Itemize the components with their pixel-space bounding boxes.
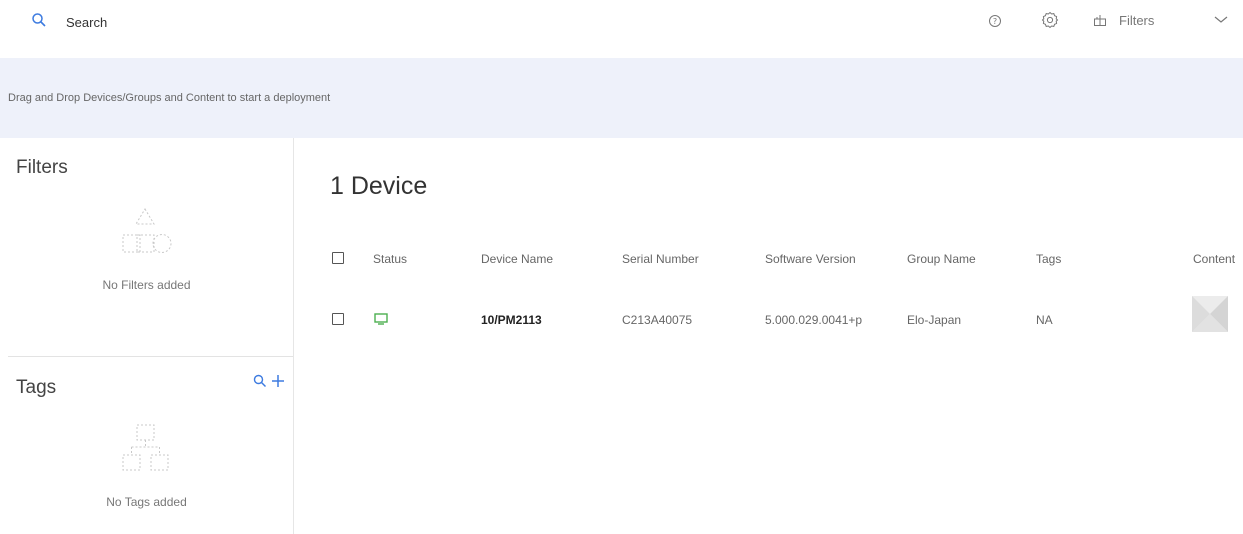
select-all-checkbox[interactable]: [332, 252, 344, 264]
deployment-drop-zone[interactable]: Drag and Drop Devices/Groups and Content…: [0, 58, 1243, 138]
sidebar: Filters No Filters added Tags No Tags ad…: [0, 138, 294, 534]
device-count-heading: 1 Device: [330, 172, 428, 200]
filters-toggle-button[interactable]: Filters: [1093, 9, 1154, 31]
software-version-cell: 5.000.029.0041+p: [765, 313, 863, 327]
sidebar-divider: [8, 356, 293, 357]
monitor-icon: [374, 313, 388, 325]
tags-cell: NA: [1036, 313, 1053, 327]
deployment-hint: Drag and Drop Devices/Groups and Content…: [8, 92, 331, 104]
column-header-content[interactable]: Content: [1193, 252, 1235, 266]
content-thumbnail[interactable]: [1192, 296, 1228, 332]
search-icon[interactable]: [253, 374, 267, 388]
gear-icon[interactable]: [1041, 11, 1059, 29]
tags-empty-message: No Tags added: [106, 495, 187, 509]
serial-number-cell: C213A40075: [622, 313, 693, 327]
column-header-status[interactable]: Status: [373, 252, 407, 266]
column-header-serial-number[interactable]: Serial Number: [622, 252, 699, 266]
tags-title: Tags: [16, 377, 57, 398]
filters-title: Filters: [16, 157, 68, 178]
chevron-down-icon[interactable]: [1214, 14, 1228, 24]
top-bar: ? Filters: [0, 0, 1243, 58]
filters-empty-message: No Filters added: [102, 278, 191, 292]
column-header-group-name[interactable]: Group Name: [907, 252, 976, 266]
shapes-icon: [122, 208, 172, 253]
column-header-tags[interactable]: Tags: [1036, 252, 1061, 266]
column-header-device-name[interactable]: Device Name: [481, 252, 553, 266]
device-name-cell[interactable]: 10/PM2113: [481, 313, 542, 327]
filter-icon: [1094, 15, 1106, 26]
search-icon[interactable]: [31, 12, 47, 28]
plus-icon[interactable]: [270, 373, 286, 389]
column-header-software-version[interactable]: Software Version: [765, 252, 856, 266]
group-name-cell: Elo-Japan: [907, 313, 962, 327]
hierarchy-icon: [122, 424, 169, 471]
filters-toggle-label: Filters: [1119, 12, 1155, 28]
svg-text:?: ?: [993, 17, 997, 26]
search-input[interactable]: [66, 12, 466, 32]
row-checkbox[interactable]: [332, 313, 344, 325]
help-icon[interactable]: ?: [988, 14, 1002, 28]
